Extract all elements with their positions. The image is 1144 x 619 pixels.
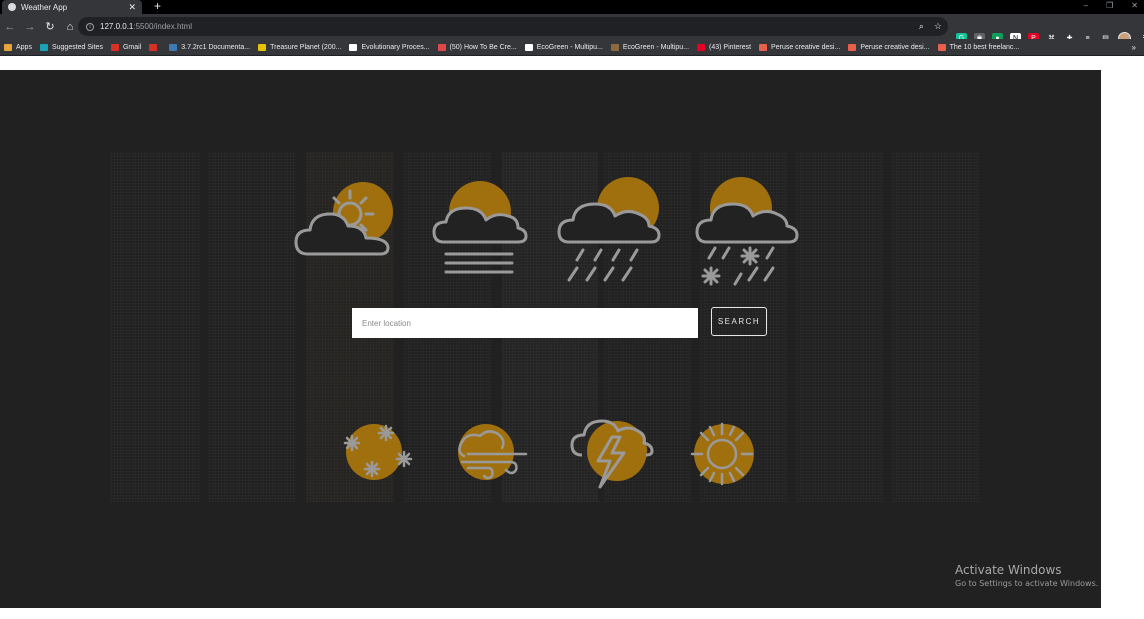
bookmark-label: EcoGreen - Multipu...	[622, 43, 690, 51]
snow-icon	[343, 424, 413, 480]
bookmark-label: Peruse creative desi...	[860, 43, 930, 51]
browser-toolbar: ← → ↻ ⌂ i 127.0.0.1:5500/index.html ⌕ ☆ …	[0, 14, 1144, 45]
wind-icon	[458, 424, 528, 480]
bookmark-favicon-icon	[110, 43, 119, 51]
bookmark-item[interactable]	[149, 43, 161, 51]
forward-arrow-icon[interactable]: →	[20, 21, 40, 33]
minimize-button[interactable]: –	[1084, 0, 1088, 14]
bookmark-label: Apps	[16, 43, 32, 51]
address-bar[interactable]: i 127.0.0.1:5500/index.html ⌕ ☆	[78, 17, 948, 36]
bookmark-favicon-icon	[759, 43, 768, 51]
bookmarks-overflow-button[interactable]: »	[1132, 43, 1136, 52]
bookmark-label: (50) How To Be Cre...	[449, 43, 517, 51]
bookmark-label: EcoGreen - Multipu...	[536, 43, 603, 51]
bookmark-label: (43) Pinterest	[709, 43, 752, 51]
tab-title: Weather App	[21, 2, 68, 12]
zoom-search-icon[interactable]: ⌕	[919, 21, 924, 32]
bookmark-favicon-icon	[937, 43, 946, 51]
bookmark-favicon-icon	[258, 43, 267, 51]
windows-activation-watermark: Activate Windows Go to Settings to activ…	[955, 563, 1098, 588]
bookmark-star-icon[interactable]: ☆	[934, 21, 942, 32]
bookmark-favicon-icon	[4, 43, 12, 51]
location-search-input[interactable]	[352, 308, 698, 338]
background-strip	[796, 152, 884, 502]
sunny-icon	[690, 422, 754, 486]
bookmark-item[interactable]: Peruse creative desi...	[759, 43, 841, 51]
browser-tab[interactable]: Weather App ✕	[2, 0, 142, 14]
bookmark-favicon-icon	[697, 43, 706, 51]
info-icon[interactable]: i	[86, 22, 94, 31]
browser-tab-strip: Weather App ✕ + – ❐ ✕	[0, 0, 1144, 14]
bookmark-item[interactable]: Treasure Planet (200...	[258, 43, 342, 51]
home-icon[interactable]: ⌂	[60, 21, 80, 33]
bookmark-item[interactable]: EcoGreen - Multipu...	[524, 43, 603, 51]
back-arrow-icon[interactable]: ←	[0, 21, 20, 33]
thunderstorm-icon	[570, 419, 654, 489]
bookmark-item[interactable]: The 10 best freelanc...	[937, 43, 1020, 51]
background-strip	[208, 152, 296, 502]
background-strip	[110, 152, 200, 502]
watermark-subtitle: Go to Settings to activate Windows.	[955, 579, 1099, 588]
bookmark-item[interactable]: Suggested Sites	[39, 43, 103, 51]
bookmark-favicon-icon	[39, 43, 48, 51]
partly-cloudy-icon	[294, 182, 393, 256]
bookmark-label: Evolutionary Proces...	[361, 43, 430, 51]
bookmark-favicon-icon	[610, 43, 619, 51]
bookmark-label: Treasure Planet (200...	[270, 43, 342, 51]
bookmark-item[interactable]: Apps	[4, 43, 32, 51]
bookmark-item[interactable]: Evolutionary Proces...	[349, 43, 430, 51]
bookmarks-bar: Apps Suggested Sites Gmail 3.7.2rc1 Documen…	[0, 39, 1144, 56]
bookmark-label: 3.7.2rc1 Documenta...	[181, 43, 251, 51]
restore-button[interactable]: ❐	[1106, 0, 1113, 14]
bookmark-item[interactable]: Gmail	[110, 43, 142, 51]
page-viewport: SEARCH	[0, 57, 1144, 619]
bookmark-label: The 10 best freelanc...	[949, 43, 1020, 51]
weather-hero: SEARCH	[0, 70, 1101, 608]
bookmark-favicon-icon	[437, 43, 446, 51]
bookmark-favicon-icon	[848, 43, 857, 51]
bookmark-label: Peruse creative desi...	[771, 43, 841, 51]
new-tab-button[interactable]: +	[150, 0, 165, 14]
fog-icon	[432, 181, 528, 274]
globe-icon	[8, 3, 16, 11]
sleet-icon	[695, 177, 799, 286]
bookmark-favicon-icon	[524, 43, 533, 51]
window-controls: – ❐ ✕	[1084, 0, 1138, 14]
bookmark-item[interactable]: Peruse creative desi...	[848, 43, 930, 51]
bookmark-item[interactable]: (50) How To Be Cre...	[437, 43, 517, 51]
bookmark-favicon-icon	[149, 43, 158, 51]
search-button[interactable]: SEARCH	[711, 307, 767, 336]
watermark-title: Activate Windows	[955, 563, 1062, 577]
bookmark-favicon-icon	[349, 43, 358, 51]
background-strip	[892, 152, 980, 502]
bookmark-favicon-icon	[169, 43, 178, 51]
bookmark-item[interactable]: EcoGreen - Multipu...	[610, 43, 690, 51]
reload-icon[interactable]: ↻	[40, 20, 60, 33]
tab-close-icon[interactable]: ✕	[128, 2, 136, 12]
close-window-button[interactable]: ✕	[1131, 0, 1138, 14]
bookmark-label: Gmail	[122, 43, 142, 51]
url-text[interactable]: 127.0.0.1:5500/index.html	[100, 22, 192, 31]
rain-icon	[557, 177, 661, 282]
bookmark-item[interactable]: 3.7.2rc1 Documenta...	[169, 43, 251, 51]
bookmark-item[interactable]: (43) Pinterest	[697, 43, 752, 51]
bookmark-label: Suggested Sites	[51, 43, 103, 51]
